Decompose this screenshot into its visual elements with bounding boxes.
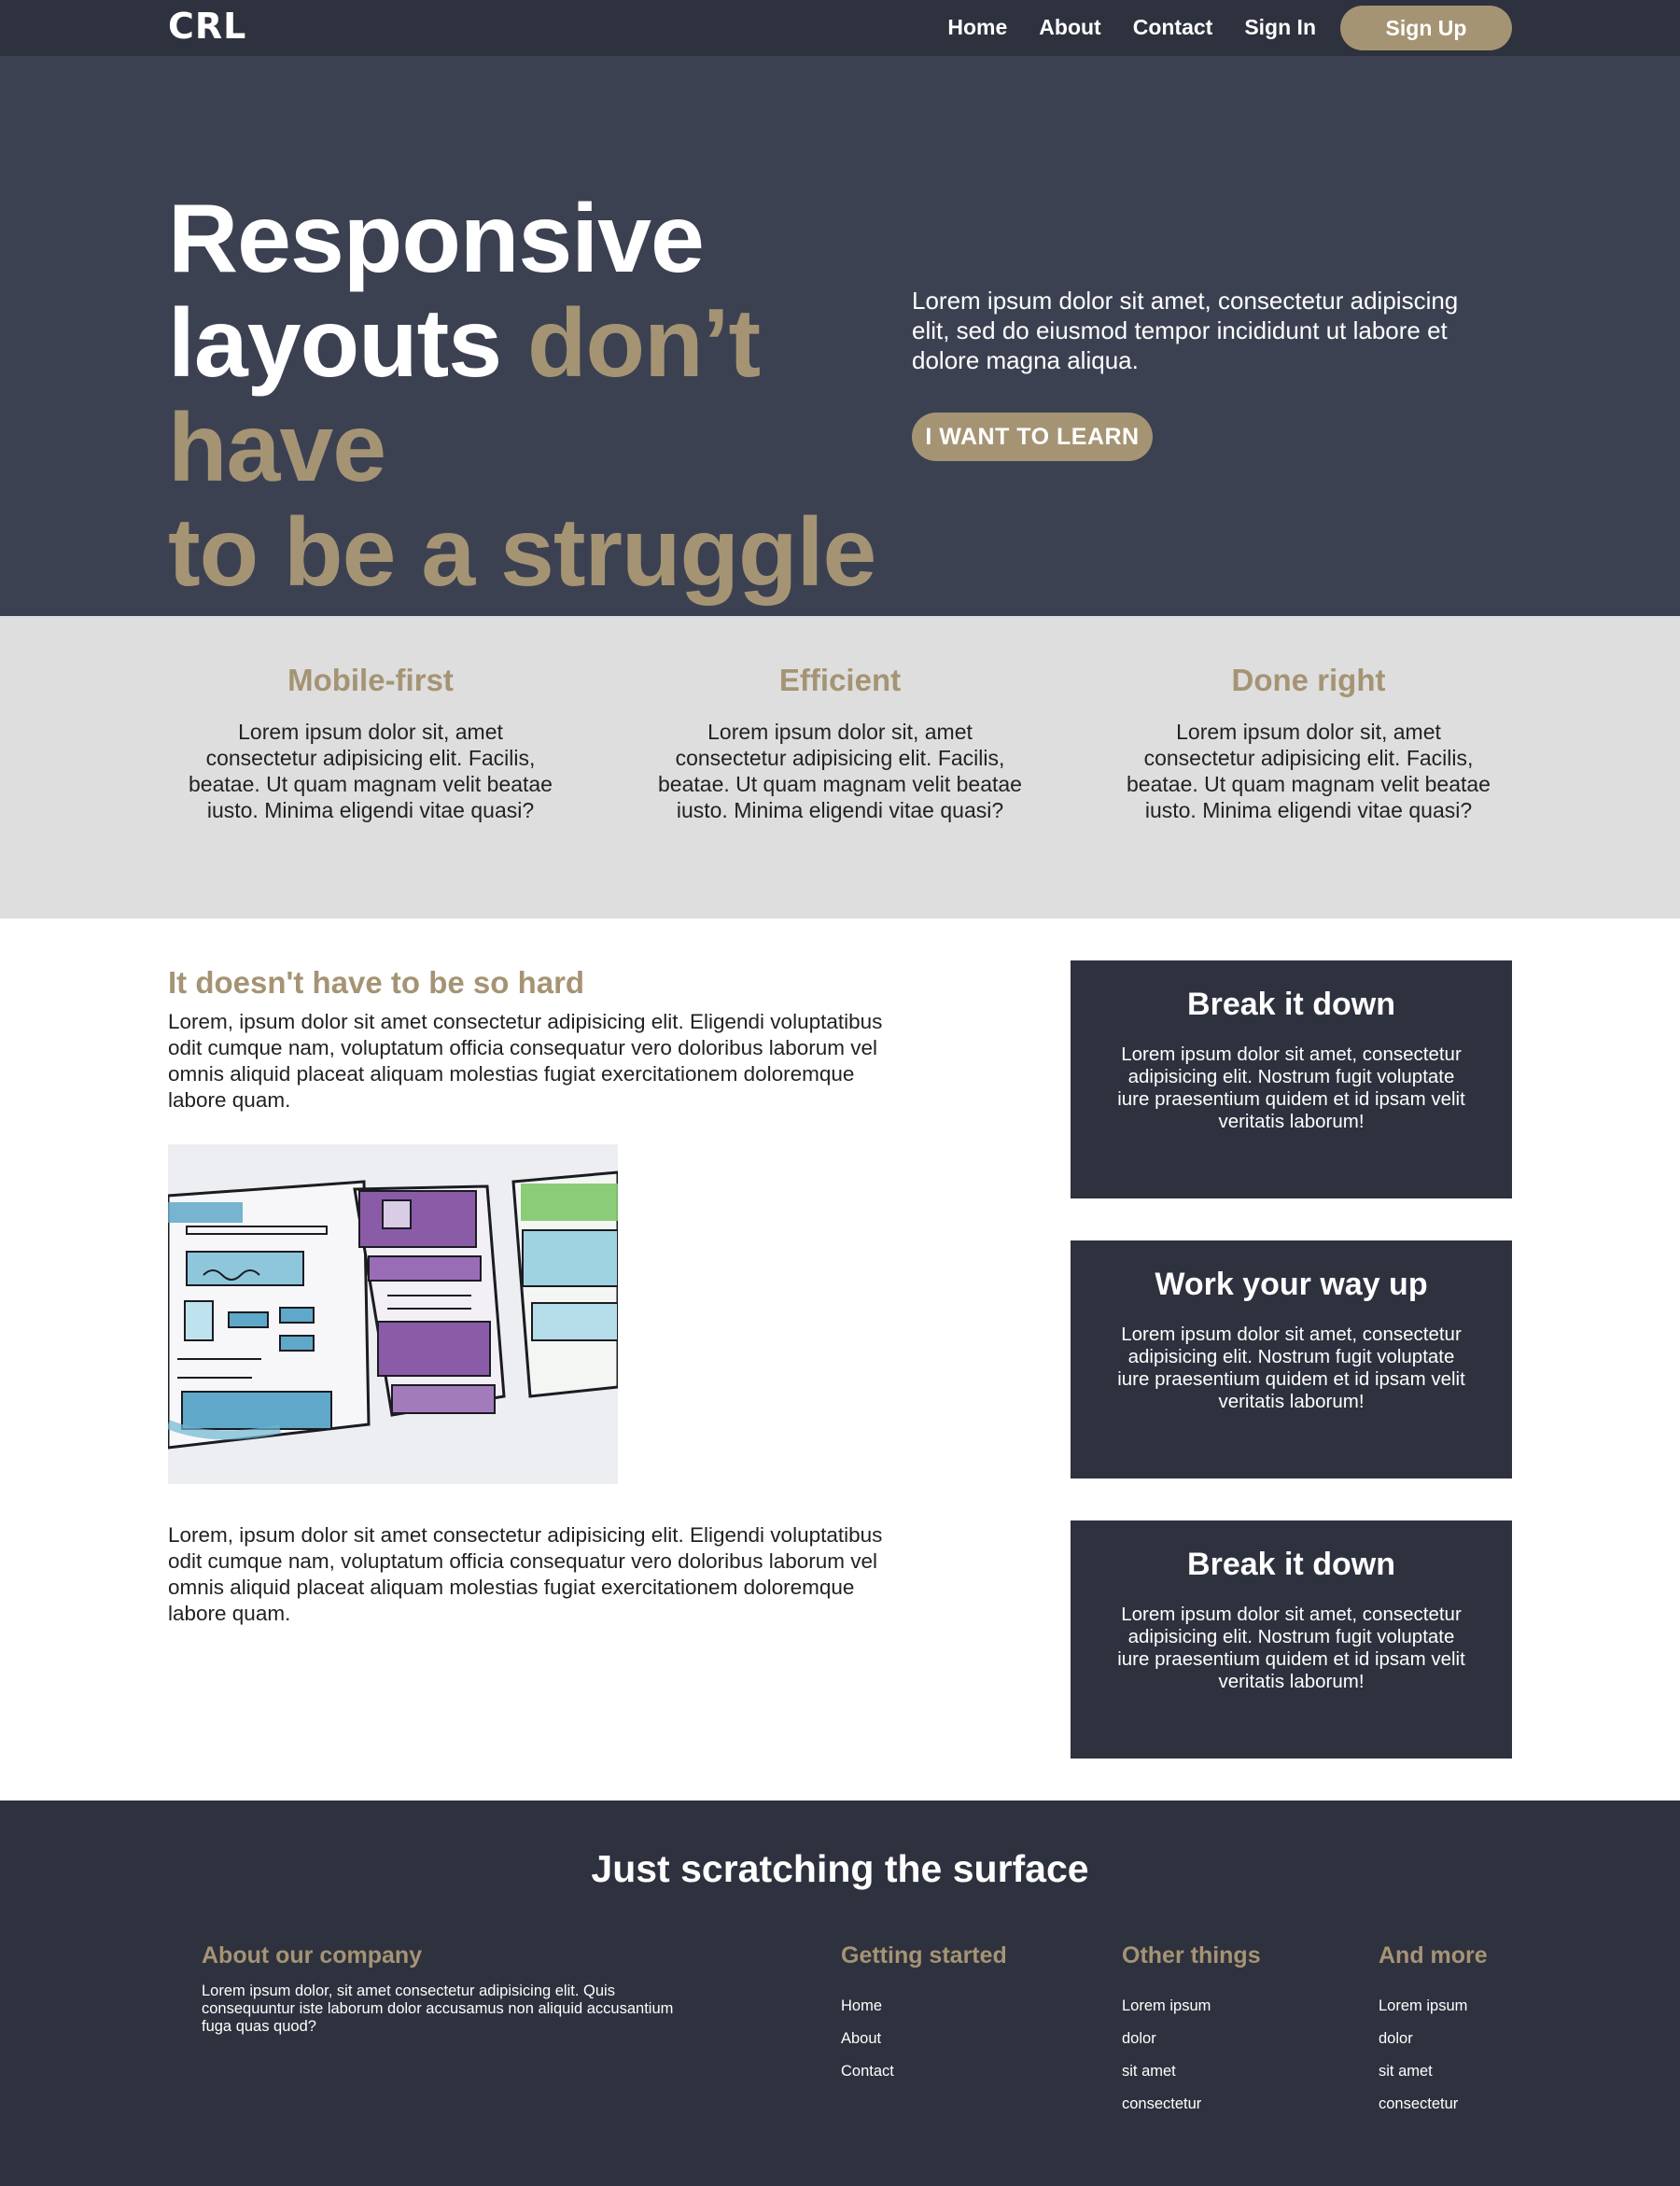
footer-link-text[interactable]: dolor	[1379, 2030, 1413, 2047]
feature-mobile-first: Mobile-first Lorem ipsum dolor sit, amet…	[184, 663, 557, 823]
article-title: It doesn't have to be so hard	[168, 965, 585, 1000]
footer-link-text[interactable]: sit amet	[1379, 2063, 1433, 2080]
footer-link[interactable]: dolor	[1122, 2023, 1261, 2055]
feature-title: Mobile-first	[287, 663, 454, 697]
page: CRL Home About Contact Sign In Sign Up R…	[0, 0, 1680, 2186]
nav-links: Home About Contact Sign In	[947, 15, 1316, 40]
footer-link-text[interactable]: Lorem ipsum	[1122, 1997, 1211, 2014]
hero-section: Responsive layouts don’t have to be a st…	[0, 56, 1680, 616]
footer-link[interactable]: sit amet	[1122, 2055, 1261, 2088]
article-paragraph-2: Lorem, ipsum dolor sit amet consectetur …	[168, 1523, 883, 1625]
footer-link[interactable]: Lorem ipsum	[1379, 1990, 1488, 2023]
footer-col-title: Getting started	[841, 1942, 1007, 1969]
footer-link-text[interactable]: consectetur	[1379, 2095, 1458, 2112]
footer-link-about[interactable]: About	[841, 2023, 1007, 2055]
footer-link[interactable]: dolor	[1379, 2023, 1488, 2055]
wireframe-sketch-icon	[168, 1144, 618, 1484]
footer-link[interactable]: consectetur	[1379, 2088, 1488, 2121]
card-text: Lorem ipsum dolor sit amet, consectetur …	[1117, 1604, 1465, 1692]
wireframe-sketch-image	[168, 1144, 618, 1484]
logo[interactable]: CRL	[168, 6, 246, 47]
card-break-it-down-2: Break it down Lorem ipsum dolor sit amet…	[1071, 1520, 1512, 1759]
footer-col-other-things: Other things Lorem ipsum dolor sit amet …	[1122, 1942, 1261, 2121]
hero-title-line1: Responsive	[168, 185, 705, 293]
card-title: Break it down	[1187, 1547, 1395, 1582]
footer-link-text[interactable]: Lorem ipsum	[1379, 1997, 1467, 2014]
footer-col-title: Other things	[1122, 1942, 1261, 1969]
feature-text: Lorem ipsum dolor sit, amet consectetur …	[658, 720, 1022, 822]
feature-text: Lorem ipsum dolor sit, amet consectetur …	[1127, 720, 1491, 822]
footer-link-text[interactable]: About	[841, 2030, 881, 2047]
footer-col-title: And more	[1379, 1942, 1488, 1969]
feature-title: Efficient	[778, 663, 902, 697]
footer-title: Just scratching the surface	[591, 1847, 1089, 1890]
footer-col-getting-started: Getting started Home About Contact	[841, 1942, 1007, 2088]
footer-link-text[interactable]: consectetur	[1122, 2095, 1201, 2112]
footer-link[interactable]: sit amet	[1379, 2055, 1488, 2088]
footer-link-text[interactable]: sit amet	[1122, 2063, 1176, 2080]
footer-links: Lorem ipsum dolor sit amet consectetur	[1379, 1990, 1488, 2121]
feature-title: Done right	[1231, 663, 1386, 697]
hero-title: Responsive layouts don’t have to be a st…	[168, 187, 877, 605]
hero-text: Lorem ipsum dolor sit amet, consectetur …	[912, 287, 1459, 374]
hero-title-line2: layouts	[168, 289, 502, 398]
footer-links: Home About Contact	[841, 1990, 1007, 2088]
nav-link-home[interactable]: Home	[947, 15, 1007, 40]
card-break-it-down: Break it down Lorem ipsum dolor sit amet…	[1071, 960, 1512, 1198]
footer-link-home[interactable]: Home	[841, 1990, 1007, 2023]
nav-link-about[interactable]: About	[1039, 15, 1100, 40]
hero-title-accent-2: to be a struggle	[168, 498, 876, 607]
features-section: Mobile-first Lorem ipsum dolor sit, amet…	[0, 616, 1680, 918]
footer-col-and-more: And more Lorem ipsum dolor sit amet cons…	[1379, 1942, 1488, 2121]
card-work-your-way-up: Work your way up Lorem ipsum dolor sit a…	[1071, 1240, 1512, 1478]
card-text: Lorem ipsum dolor sit amet, consectetur …	[1117, 1324, 1465, 1412]
learn-button[interactable]: I WANT TO LEARN	[912, 413, 1153, 461]
feature-done-right: Done right Lorem ipsum dolor sit, amet c…	[1122, 663, 1495, 823]
footer-link-text[interactable]: dolor	[1122, 2030, 1156, 2047]
nav-link-contact[interactable]: Contact	[1133, 15, 1213, 40]
card-title: Break it down	[1187, 987, 1395, 1022]
article-paragraph-1: Lorem, ipsum dolor sit amet consectetur …	[168, 1010, 883, 1112]
content-section: It doesn't have to be so hard Lorem, ips…	[0, 918, 1680, 1801]
footer: Just scratching the surface About our co…	[0, 1801, 1680, 2186]
footer-about: About our company Lorem ipsum dolor, sit…	[202, 1942, 687, 2036]
feature-efficient: Efficient Lorem ipsum dolor sit, amet co…	[653, 663, 1027, 823]
card-title: Work your way up	[1155, 1267, 1428, 1302]
footer-link-text[interactable]: Contact	[841, 2063, 894, 2080]
footer-link-contact[interactable]: Contact	[841, 2055, 1007, 2088]
footer-link[interactable]: consectetur	[1122, 2088, 1261, 2121]
nav-link-sign-in[interactable]: Sign In	[1244, 15, 1316, 40]
footer-link[interactable]: Lorem ipsum	[1122, 1990, 1261, 2023]
footer-about-text: Lorem ipsum dolor, sit amet consectetur …	[202, 1983, 674, 2035]
footer-link-text[interactable]: Home	[841, 1997, 882, 2014]
feature-text: Lorem ipsum dolor sit, amet consectetur …	[189, 720, 553, 822]
sign-up-button[interactable]: Sign Up	[1340, 6, 1512, 50]
footer-links: Lorem ipsum dolor sit amet consectetur	[1122, 1990, 1261, 2121]
card-text: Lorem ipsum dolor sit amet, consectetur …	[1117, 1044, 1465, 1132]
footer-about-title: About our company	[202, 1942, 423, 1969]
top-nav: CRL Home About Contact Sign In Sign Up	[0, 0, 1680, 56]
